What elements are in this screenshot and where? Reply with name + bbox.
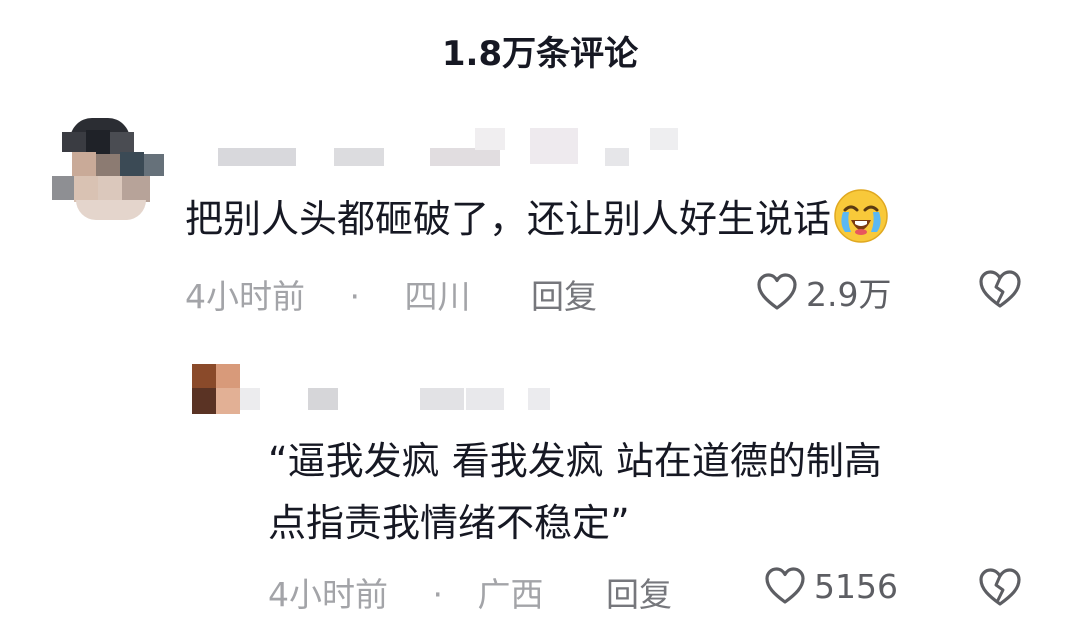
reply-location: 广西 [477,575,544,614]
reply-comment-body: “逼我发疯 看我发疯 站在道德的制高 点指责我情绪不稳定” [268,430,882,554]
like-button[interactable]: 2.9万 [756,268,891,316]
heart-outline-icon [757,273,797,310]
reply-time: 4小时前 [268,575,388,614]
like-count: 2.9万 [806,275,892,314]
separator-dot: · [349,277,361,316]
username-redacted[interactable] [210,124,680,168]
separator-dot: · [432,575,444,614]
reply-like-button[interactable]: 5156 [764,566,898,606]
comments-panel: 1.8万条评论 把别人头都砸破了，还让别人好生说话 4小时前 · 四川 回复 2… [0,0,1080,637]
avatar[interactable] [48,112,166,222]
broken-heart-icon[interactable] [978,268,1022,310]
reply-text-line-2: 点指责我情绪不稳定” [268,501,630,545]
comment-meta: 4小时前 · 四川 回复 [185,270,597,318]
comment-body: 把别人头都砸破了，还让别人好生说话 [185,188,889,249]
loudly-crying-face-emoji-icon [834,189,888,243]
comment-location: 四川 [404,277,471,316]
reply-button[interactable]: 回复 [531,277,597,316]
reply-avatar[interactable] [192,364,240,414]
reply-meta: 4小时前 · 广西 回复 [268,568,672,616]
reply-username-redacted[interactable] [240,386,560,414]
heart-outline-icon [765,567,805,604]
comment-time: 4小时前 [185,277,305,316]
reply-like-count: 5156 [814,566,898,606]
comment-text: 把别人头都砸破了，还让别人好生说话 [185,197,832,241]
comment-count-title: 1.8万条评论 [441,34,639,74]
reply-text-line-1: “逼我发疯 看我发疯 站在道德的制高 [268,439,882,483]
reply-button[interactable]: 回复 [606,575,672,614]
broken-heart-icon[interactable] [978,566,1022,608]
